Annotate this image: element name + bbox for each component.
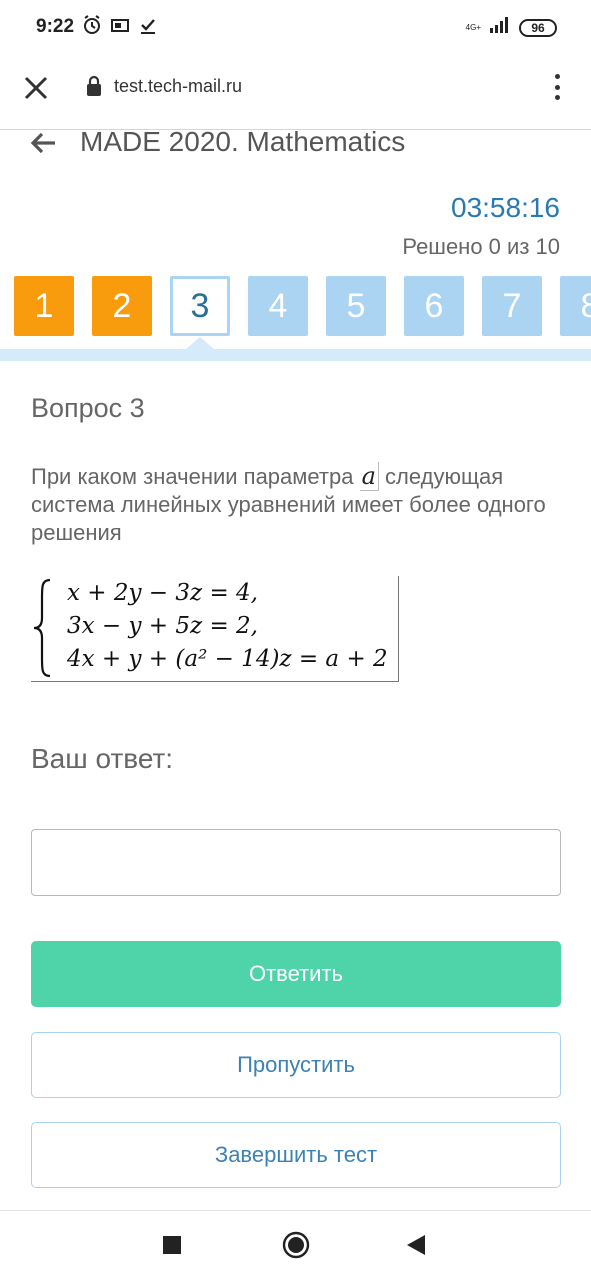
battery-icon: 96 (519, 18, 557, 37)
more-options-icon[interactable] (547, 70, 567, 104)
countdown-timer: 03:58:16 (451, 192, 560, 223)
left-brace (33, 578, 51, 678)
equation-line-1: x + 2y − 3z = 4, (67, 580, 258, 606)
back-triangle-icon[interactable] (405, 1233, 427, 1257)
alarm-icon (82, 14, 102, 36)
finish-test-button[interactable]: Завершить тест (31, 1122, 561, 1188)
payment-icon (110, 14, 130, 36)
network-label: 4G+ (465, 23, 481, 32)
question-tab-8[interactable]: 8 (560, 276, 591, 336)
lock-icon (86, 75, 102, 97)
back-arrow-icon[interactable] (28, 128, 58, 158)
page-title: MADE 2020. Mathematics (80, 126, 406, 157)
system-nav-bar (0, 1210, 591, 1280)
home-icon[interactable] (282, 1231, 310, 1259)
question-tab-4[interactable]: 4 (248, 276, 308, 336)
equation-line-3: 4x + y + (a² − 14)z = a + 2 (67, 646, 388, 672)
question-parameter: a (359, 462, 379, 491)
question-tab-5[interactable]: 5 (326, 276, 386, 336)
question-tab-6[interactable]: 6 (404, 276, 464, 336)
signal-icon (489, 16, 511, 39)
question-tab-1[interactable]: 1 (14, 276, 74, 336)
question-tabs: 1 2 3 4 5 6 7 8 (14, 276, 591, 336)
close-icon[interactable] (22, 74, 50, 102)
answer-input[interactable] (31, 829, 561, 896)
question-tab-3[interactable]: 3 (170, 276, 230, 336)
status-time: 9:22 (36, 16, 75, 37)
status-right: 4G+ 96 (466, 16, 557, 39)
skip-button[interactable]: Пропустить (31, 1032, 561, 1098)
question-title: Вопрос 3 (31, 393, 145, 423)
url-text[interactable]: test.tech-mail.ru (114, 76, 242, 97)
question-text: При каком значении параметра a следующая… (31, 462, 571, 547)
equation-system: x + 2y − 3z = 4, 3x − y + 5z = 2, 4x + y… (31, 576, 399, 682)
recents-icon[interactable] (163, 1236, 181, 1254)
status-bar: 9:22 4G+ 96 (0, 0, 591, 56)
question-text-before: При каком значении параметра (31, 464, 354, 489)
tabs-divider (0, 349, 591, 361)
download-done-icon (138, 14, 158, 36)
solved-counter: Решено 0 из 10 (402, 234, 560, 259)
question-tab-2[interactable]: 2 (92, 276, 152, 336)
submit-button[interactable]: Ответить (31, 941, 561, 1007)
question-tab-7[interactable]: 7 (482, 276, 542, 336)
status-icons (82, 14, 158, 36)
equation-line-2: 3x − y + 5z = 2, (67, 613, 258, 639)
answer-label: Ваш ответ: (31, 743, 174, 774)
browser-toolbar: test.tech-mail.ru (0, 56, 591, 130)
current-tab-pointer (186, 337, 214, 349)
